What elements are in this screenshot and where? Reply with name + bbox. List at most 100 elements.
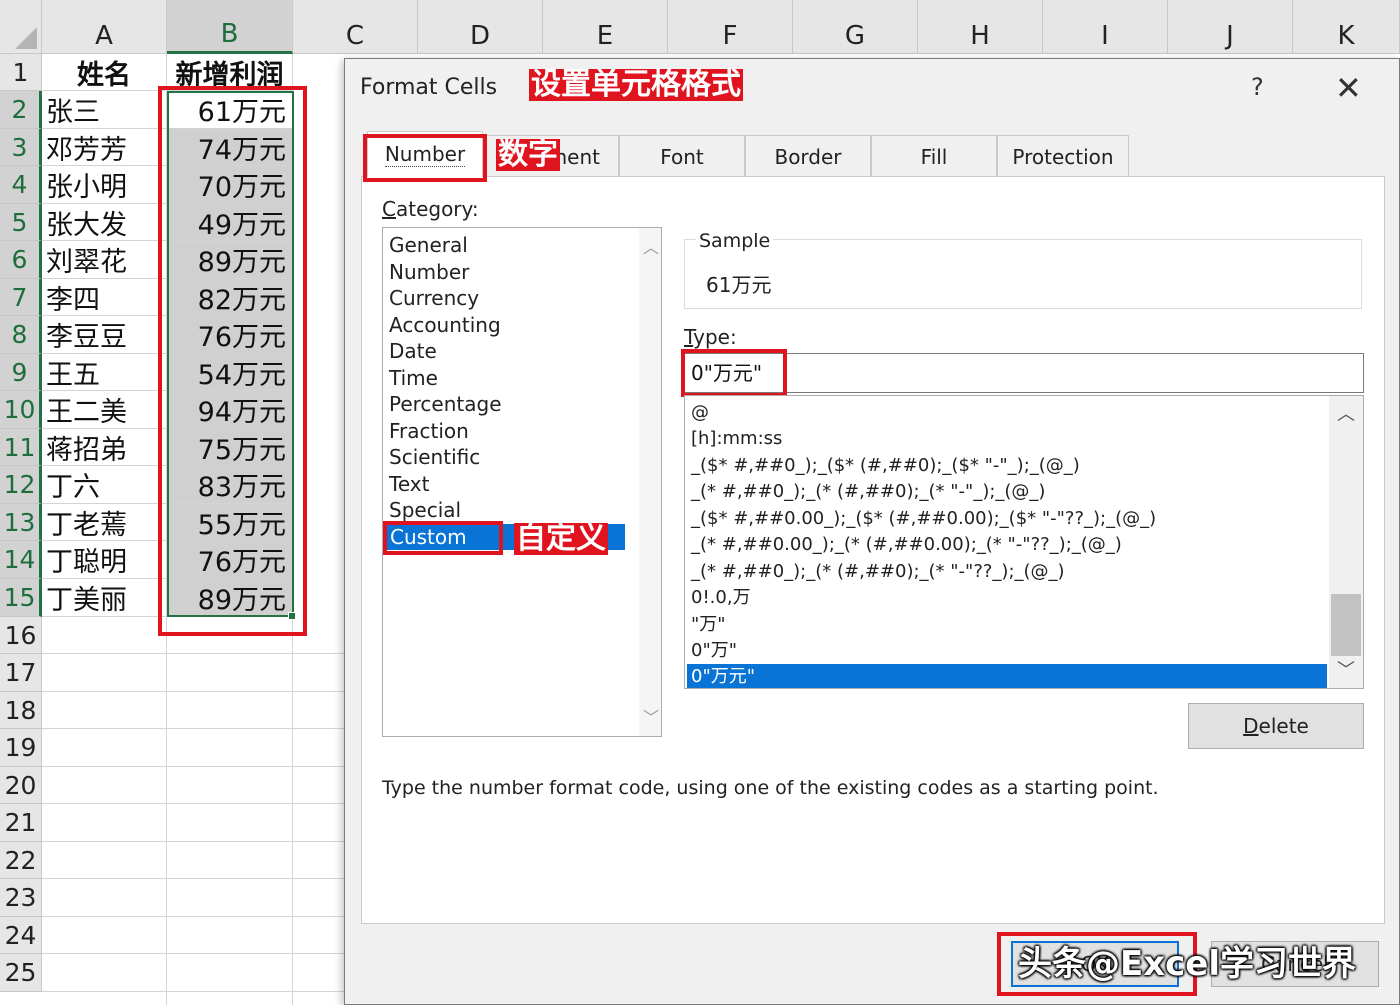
help-icon[interactable]: ? xyxy=(1251,73,1264,101)
annotation-box-custom xyxy=(383,521,503,555)
category-item-date[interactable]: Date xyxy=(389,338,437,364)
format-item[interactable]: 0"万" xyxy=(687,638,1327,664)
row-header-6[interactable]: 6 xyxy=(0,241,42,279)
row-header-15[interactable]: 15 xyxy=(0,579,42,617)
row-header-3[interactable]: 3 xyxy=(0,129,42,166)
column-header-d[interactable]: D xyxy=(418,0,543,54)
name-cell[interactable]: 张三 xyxy=(42,91,167,129)
name-cell[interactable]: 李豆豆 xyxy=(42,316,167,354)
name-cell[interactable]: 丁美丽 xyxy=(42,579,167,617)
column-header-a[interactable]: A xyxy=(42,0,167,54)
row-header-5[interactable]: 5 xyxy=(0,204,42,241)
name-cell[interactable]: 丁聪明 xyxy=(42,541,167,579)
row-header-11[interactable]: 11 xyxy=(0,429,42,466)
row-header-22[interactable]: 22 xyxy=(0,842,42,879)
tab-fill[interactable]: Fill xyxy=(871,135,997,177)
tab-protection[interactable]: Protection xyxy=(997,135,1129,177)
column-header-i[interactable]: I xyxy=(1043,0,1168,54)
category-item-general[interactable]: General xyxy=(389,232,468,258)
sample-value: 61万元 xyxy=(706,273,772,297)
column-header-g[interactable]: G xyxy=(793,0,918,54)
row-header-4[interactable]: 4 xyxy=(0,166,42,204)
format-item[interactable]: _(* #,##0.00_);_(* (#,##0.00);_(* "-"??_… xyxy=(687,532,1327,558)
name-cell[interactable]: 刘翠花 xyxy=(42,241,167,279)
column-header-h[interactable]: H xyxy=(918,0,1043,54)
format-item[interactable]: "万" xyxy=(687,612,1327,638)
row-header-21[interactable]: 21 xyxy=(0,804,42,842)
row-header-10[interactable]: 10 xyxy=(0,391,42,429)
row-header-2[interactable]: 2 xyxy=(0,91,42,129)
delete-label: elete xyxy=(1258,714,1309,738)
category-item-scientific[interactable]: Scientific xyxy=(389,444,480,470)
format-item[interactable]: _(* #,##0_);_(* (#,##0);_(* "-"??_);_(@_… xyxy=(687,559,1327,585)
category-item-fraction[interactable]: Fraction xyxy=(389,418,469,444)
category-item-number[interactable]: Number xyxy=(389,259,469,285)
scroll-down-icon[interactable]: ﹀ xyxy=(643,704,659,728)
row-header-20[interactable]: 20 xyxy=(0,767,42,804)
format-item[interactable]: 0!.0,万 xyxy=(687,585,1327,611)
format-item[interactable]: [h]:mm:ss xyxy=(687,426,1327,452)
row-header-14[interactable]: 14 xyxy=(0,541,42,579)
tab-border[interactable]: Border xyxy=(745,135,871,177)
select-all-corner[interactable] xyxy=(0,0,42,54)
name-cell[interactable]: 王二美 xyxy=(42,391,167,429)
row-header-7[interactable]: 7 xyxy=(0,279,42,316)
format-code-list[interactable]: @ [h]:mm:ss _($* #,##0_);_($* (#,##0);_(… xyxy=(684,395,1364,689)
format-item-selected[interactable]: 0"万元" xyxy=(687,664,1327,688)
scroll-up-icon[interactable]: ︿ xyxy=(1337,400,1355,426)
format-item[interactable]: @ xyxy=(687,400,1327,426)
format-item[interactable]: _(* #,##0_);_(* (#,##0);_(* "-"_);_(@_) xyxy=(687,479,1327,505)
row-header-24[interactable]: 24 xyxy=(0,917,42,954)
dialog-title: Format Cells xyxy=(360,75,498,100)
row-header-9[interactable]: 9 xyxy=(0,354,42,391)
name-cell[interactable]: 张小明 xyxy=(42,166,167,204)
column-header-e[interactable]: E xyxy=(543,0,668,54)
category-item-time[interactable]: Time xyxy=(389,365,438,391)
name-cell[interactable]: 李四 xyxy=(42,279,167,316)
column-header-b[interactable]: B xyxy=(167,0,293,54)
row-header-16[interactable]: 16 xyxy=(0,617,42,654)
category-item-currency[interactable]: Currency xyxy=(389,285,479,311)
delete-button[interactable]: Delete xyxy=(1188,703,1364,749)
column-header-k[interactable]: K xyxy=(1293,0,1400,54)
row-header-25[interactable]: 25 xyxy=(0,954,42,992)
column-header-c[interactable]: C xyxy=(293,0,418,54)
scroll-down-icon[interactable]: ﹀ xyxy=(1337,656,1355,682)
number-tab-panel: Category: General Number Currency Accoun… xyxy=(361,176,1385,924)
watermark: 头条@Excel学习世界 xyxy=(1018,944,1357,984)
row-header-18[interactable]: 18 xyxy=(0,692,42,729)
name-cell[interactable]: 蒋招弟 xyxy=(42,429,167,466)
category-scrollbar[interactable]: ︿ ﹀ xyxy=(639,228,661,736)
close-icon[interactable]: ✕ xyxy=(1335,69,1362,107)
row-header-13[interactable]: 13 xyxy=(0,504,42,541)
scroll-up-icon[interactable]: ︿ xyxy=(643,234,659,258)
name-cell[interactable]: 王五 xyxy=(42,354,167,391)
column-header-j[interactable]: J xyxy=(1168,0,1293,54)
row-header-19[interactable]: 19 xyxy=(0,729,42,767)
format-item[interactable]: _($* #,##0.00_);_($* (#,##0.00);_($* "-"… xyxy=(687,506,1327,532)
format-item[interactable]: _($* #,##0_);_($* (#,##0);_($* "-"_);_(@… xyxy=(687,453,1327,479)
category-item-text[interactable]: Text xyxy=(389,471,429,497)
row-header-1[interactable]: 1 xyxy=(0,54,42,91)
name-cell[interactable]: 丁老蔫 xyxy=(42,504,167,541)
format-cells-dialog: Format Cells 设置单元格格式 ? ✕ Number nent Fon… xyxy=(344,58,1400,1005)
category-label-text: ategory: xyxy=(395,197,479,221)
row-header-12[interactable]: 12 xyxy=(0,466,42,504)
tab-alignment-label: nent xyxy=(554,144,601,169)
format-list-scrollbar[interactable]: ︿ ﹀ xyxy=(1329,396,1363,688)
row-header-17[interactable]: 17 xyxy=(0,654,42,692)
row-header-23[interactable]: 23 xyxy=(0,879,42,917)
category-item-percentage[interactable]: Percentage xyxy=(389,391,502,417)
category-item-special[interactable]: Special xyxy=(389,497,461,523)
category-item-accounting[interactable]: Accounting xyxy=(389,312,501,338)
row-header-8[interactable]: 8 xyxy=(0,316,42,354)
header-cell-name[interactable]: 姓名 xyxy=(42,54,167,91)
name-cell[interactable]: 邓芳芳 xyxy=(42,129,167,166)
column-header-f[interactable]: F xyxy=(668,0,793,54)
tab-font[interactable]: Font xyxy=(619,135,745,177)
scrollbar-thumb[interactable] xyxy=(1331,594,1361,656)
category-list[interactable]: General Number Currency Accounting Date … xyxy=(382,227,662,737)
name-cell[interactable]: 张大发 xyxy=(42,204,167,241)
annotation-number-label: 数字 xyxy=(496,137,560,172)
name-cell[interactable]: 丁六 xyxy=(42,466,167,504)
